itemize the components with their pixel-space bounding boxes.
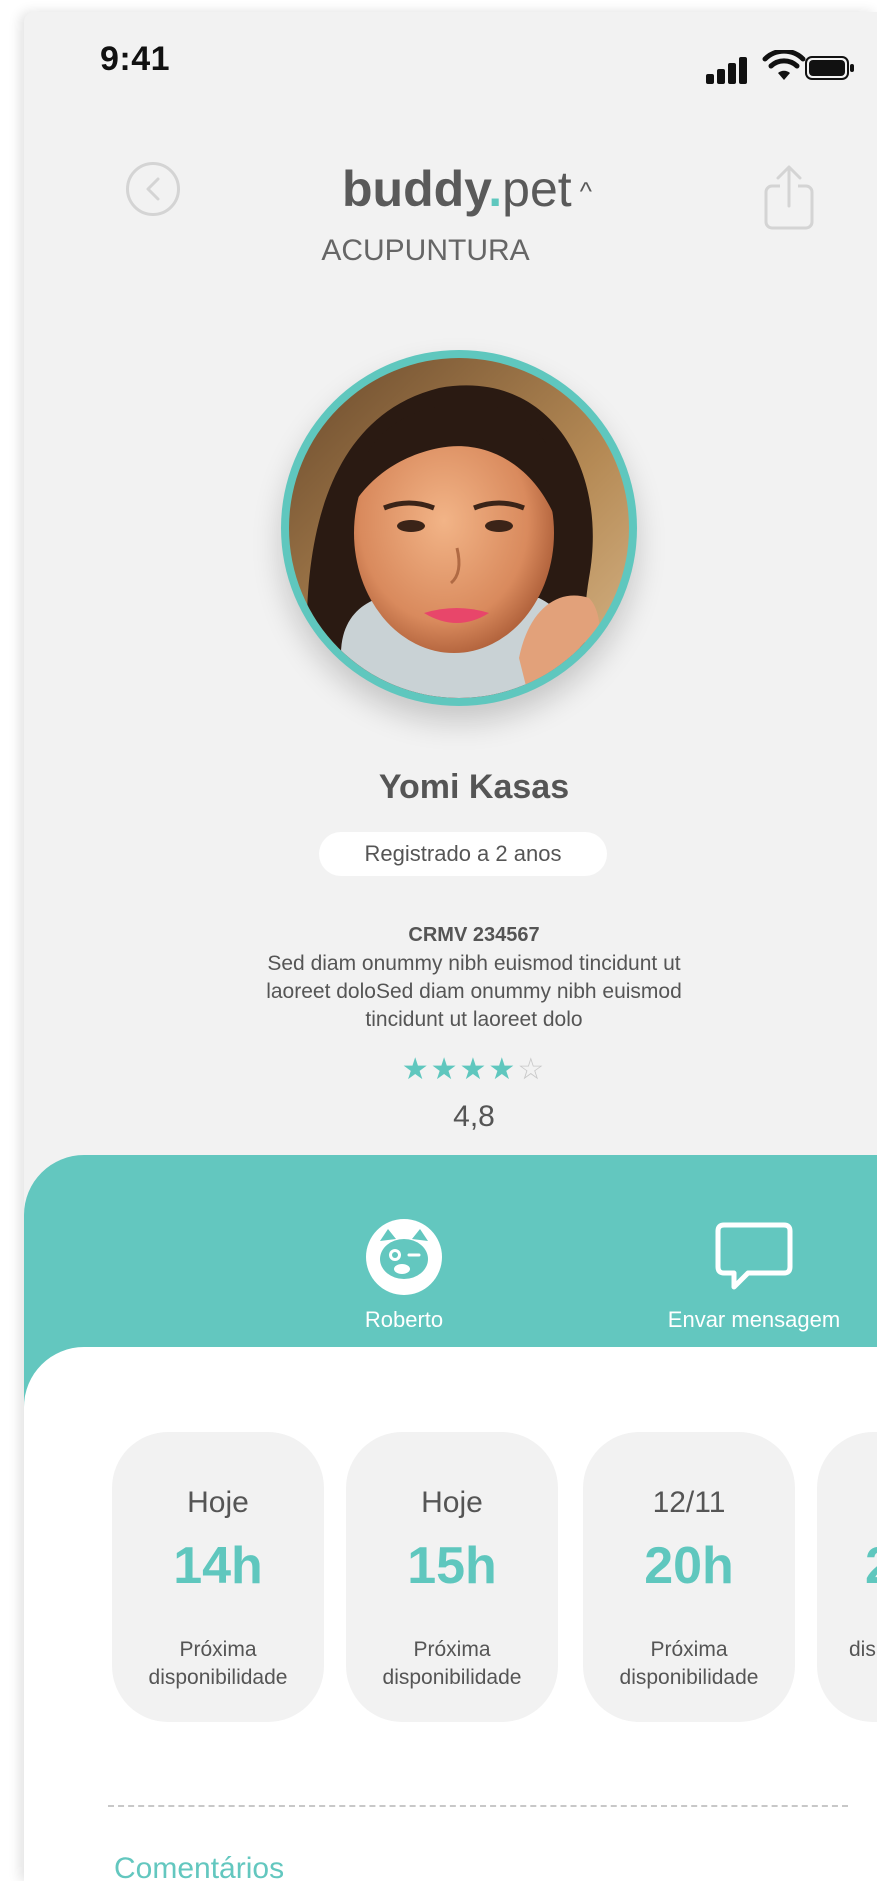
battery-icon [805, 56, 854, 80]
slot-label: Próxima disponibilidade [148, 1638, 288, 1689]
star-empty-icon: ☆ [517, 1053, 547, 1086]
star-filled-icon: ★★★★ [401, 1053, 518, 1086]
slot-day: Hoje [421, 1486, 483, 1519]
slot-hour: 15h [407, 1537, 497, 1595]
brand-caret: ^ [579, 176, 592, 206]
registered-badge: Registrado a 2 anos [319, 832, 607, 876]
app-screen: 9:41 buddy.pet ^ ACUPUNTURA Yomi Kasas R… [24, 12, 877, 1881]
page-subtitle: ACUPUNTURA [321, 234, 530, 267]
avatar [281, 350, 637, 706]
slot-hour: 2 [865, 1536, 877, 1596]
profile-name: Yomi Kasas [378, 768, 570, 806]
brand-bold: buddy [342, 161, 489, 217]
brand-dot: . [488, 161, 503, 217]
pet-label: Roberto [364, 1307, 444, 1332]
availability-card[interactable]: 12/11 20h Próxima disponibilidade [583, 1432, 795, 1722]
slot-label: dis [849, 1638, 876, 1661]
pet-button[interactable]: Roberto [324, 1217, 484, 1333]
back-icon [146, 177, 160, 201]
message-label: Envar mensagem [667, 1307, 841, 1332]
avatar-photo [289, 358, 629, 698]
brand-logo[interactable]: buddy.pet ^ [342, 160, 592, 218]
share-icon[interactable] [758, 162, 820, 232]
brand-light: pet [502, 161, 572, 217]
slot-label: Próxima disponibilidade [382, 1638, 522, 1689]
availability-card[interactable]: Hoje 15h Próxima disponibilidade [346, 1432, 558, 1722]
profile-description: Sed diam onummy nibh euismod tincidunt u… [266, 952, 682, 1031]
availability-card[interactable]: Hoje 14h Próxima disponibilidade [112, 1432, 324, 1722]
section-divider [108, 1805, 848, 1807]
pet-icon [366, 1219, 442, 1295]
crmv-number: CRMV 234567 [408, 924, 540, 946]
chat-icon [715, 1222, 793, 1290]
status-time: 9:41 [100, 40, 171, 78]
slot-day: Hoje [187, 1486, 249, 1519]
slot-hour: 20h [644, 1537, 734, 1595]
slot-day: 12/11 [652, 1486, 726, 1519]
availability-card-partial[interactable]: 2 dis [817, 1432, 877, 1722]
back-button[interactable] [126, 162, 180, 216]
rating-stars: ★★★★☆ [24, 1052, 877, 1087]
send-message-button[interactable]: Envar mensagem [664, 1217, 844, 1333]
wifi-icon [762, 50, 806, 80]
comments-title[interactable]: Comentários [114, 1852, 284, 1881]
rating-value: 4,8 [453, 1100, 495, 1133]
slot-hour: 14h [173, 1537, 263, 1595]
slot-label: Próxima disponibilidade [619, 1638, 759, 1689]
signal-icon [706, 54, 750, 84]
